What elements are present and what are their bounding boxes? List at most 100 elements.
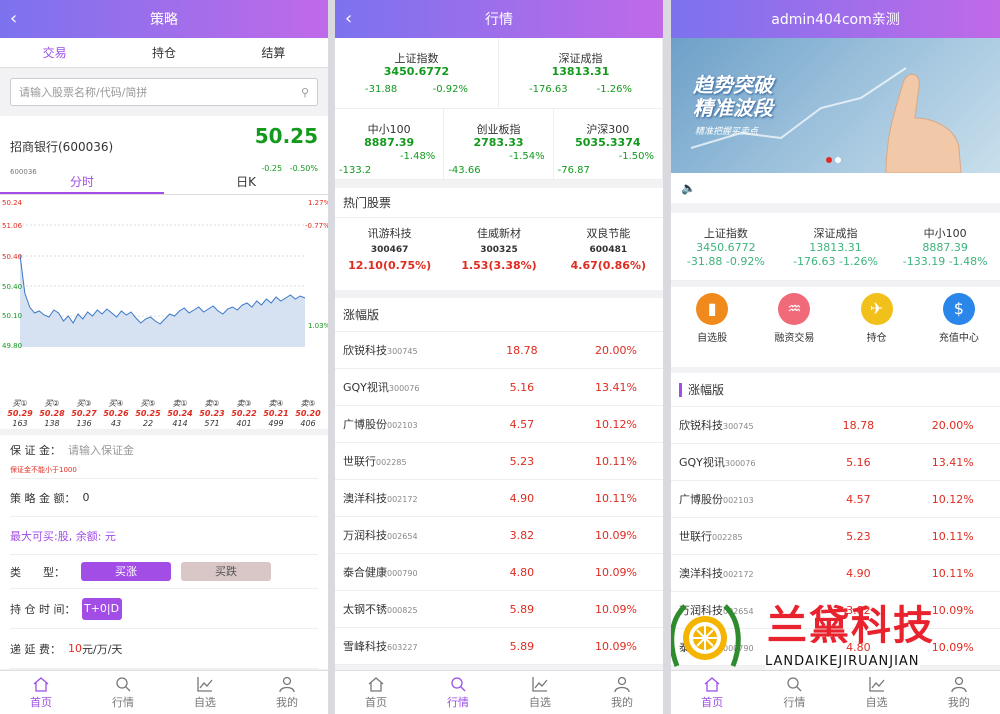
stock-rise-pct: 10.11% [931,566,974,580]
page-title: 策略 [150,12,178,28]
index-name: 中小100 [923,227,967,240]
index-card[interactable]: 中小100 8887.39 -133.19 -1.48% [890,227,1000,280]
margin-label: 保 证 金： [10,444,61,457]
index-value: 13813.31 [551,65,610,78]
stock-code: 002285 [376,458,407,467]
stock-price: 3.82 [846,603,871,617]
order-level: 卖③ [236,399,252,408]
list-item[interactable]: 广博股份002103 4.57 10.12% [335,406,663,443]
home-icon [704,677,720,692]
index-card[interactable]: 中小100 8887.39 -133.2 -1.48% [335,109,445,179]
axis-pct-3: 1.03% [308,322,328,330]
order-volume: 414 [172,419,188,428]
tab-mine[interactable]: 我的 [581,671,663,714]
order-book-item: 买③ 50.27 136 [68,399,100,429]
tab-mine[interactable]: 我的 [246,671,328,714]
tab-market[interactable]: 行情 [417,671,499,714]
bottom-tabbar: 首页 行情 自选 我的 [0,670,328,714]
list-item[interactable]: 世联行002285 5.23 10.11% [671,518,1000,555]
tab-watchlist[interactable]: 自选 [836,671,918,714]
order-volume: 22 [142,419,154,428]
tab-home[interactable]: 首页 [0,671,82,714]
list-item[interactable]: 雪峰科技603227 5.89 10.09% [335,628,663,665]
hold-time-button[interactable]: T+0|D [81,597,122,620]
list-item[interactable]: 泰合健康000790 4.80 10.09% [671,629,1000,666]
list-item[interactable]: GQY视讯300076 5.16 13.41% [671,444,1000,481]
list-item[interactable]: 世联行002285 5.23 10.11% [335,443,663,480]
tab-market[interactable]: 行情 [753,671,835,714]
quick-action[interactable]: $ 充值中心 [918,287,1000,367]
index-card[interactable]: 上证指数 3450.6772 -31.88 -0.92% [671,227,781,280]
stock-name-cell: 世联行002285 [679,528,811,544]
promo-banner[interactable]: 趋势突破 精准波段 精准把握买卖点 [671,38,1000,173]
tab-home[interactable]: 首页 [671,671,753,714]
order-level: 买② [44,399,60,408]
index-card[interactable]: 深证成指 13813.31 -176.63 -1.26% [781,227,891,280]
list-item[interactable]: 欣锐科技300745 18.78 20.00% [335,332,663,369]
buy-up-button[interactable]: 买涨 [81,562,171,581]
tab-mine[interactable]: 我的 [918,671,1000,714]
back-icon[interactable]: ‹ [10,8,17,29]
stock-price: 3.82 [509,528,535,542]
index-change-row: -133.19 -1.48% [890,255,1000,269]
tab-position[interactable]: 持仓 [109,44,218,61]
stock-name-cell: 广博股份002103 [343,416,475,432]
hot-stock[interactable]: 讯游科技 300467 12.10(0.75%) [335,218,444,290]
stock-code: 300745 [387,347,418,356]
speaker-icon[interactable]: 🔈 [671,173,1000,203]
order-book-item: 卖② 50.23 571 [196,399,228,429]
stock-rise-pct: 10.09% [594,602,637,616]
tab-timeshare[interactable]: 分时 [0,170,164,194]
search-icon [451,677,466,692]
tab-trade[interactable]: 交易 [0,44,109,61]
index-card[interactable]: 上证指数 3450.6772 -31.88 -0.92% [335,38,499,108]
tab-home[interactable]: 首页 [335,671,417,714]
list-item[interactable]: 欣锐科技300745 18.78 20.00% [671,407,1000,444]
order-book-item: 卖① 50.24 414 [164,399,196,429]
list-item[interactable]: 万润科技002654 3.82 10.09% [671,592,1000,629]
tab-settle[interactable]: 结算 [219,44,328,61]
index-card[interactable]: 创业板指 2783.33 -43.66 -1.54% [444,109,554,179]
search-input[interactable]: 请输入股票名称/代码/简拼 ⚲ [10,78,318,106]
index-row-1: 上证指数 3450.6772 -31.88 -0.92% 深证成指 13813.31 -17… [335,38,663,109]
index-card[interactable]: 沪深300 5035.3374 -76.87 -1.50% [554,109,663,179]
tab-daily-k[interactable]: 日K [164,170,328,194]
order-book: 买① 50.29 163 买② 50.28 138 买③ 50.27 136 买④ 50.26 43 买… [0,399,328,435]
back-icon[interactable]: ‹ [345,8,352,29]
stock-price: 4.90 [509,491,535,505]
index-pct: -1.26% [839,255,878,268]
buy-down-button[interactable]: 买跌 [181,562,271,581]
tab-watchlist[interactable]: 自选 [499,671,581,714]
stock-code: 000825 [387,606,418,615]
list-item[interactable]: 太钢不锈000825 5.89 10.09% [335,591,663,628]
order-price: 50.20 [295,409,321,418]
list-item[interactable]: GQY视讯300076 5.16 13.41% [335,369,663,406]
list-item[interactable]: 泰合健康000790 4.80 10.09% [335,554,663,591]
tab-market[interactable]: 行情 [82,671,164,714]
quick-action[interactable]: ♒ 融资交易 [753,287,835,367]
quick-action-icon: ♒ [778,293,811,325]
quick-action[interactable]: ▮ 自选股 [671,287,753,367]
order-volume: 401 [236,419,252,428]
stock-name: 万润科技 [343,529,387,542]
fee-value: 10 [68,642,82,655]
index-name: 中小100 [367,123,411,136]
margin-input[interactable]: 请输入保证金 [68,442,134,458]
hot-stock[interactable]: 双良节能 600481 4.67(0.86%) [554,218,663,290]
list-item[interactable]: 澳洋科技002172 4.90 10.11% [335,480,663,517]
header: ‹ 行情 [335,0,663,38]
list-item[interactable]: 广博股份002103 4.57 10.12% [671,481,1000,518]
tab-watchlist[interactable]: 自选 [164,671,246,714]
index-card[interactable]: 深证成指 13813.31 -176.63 -1.26% [499,38,663,108]
stock-name: 万润科技 [679,604,723,617]
order-level: 买④ [108,399,124,408]
user-icon [614,676,630,693]
quick-action-label: 持仓 [866,333,887,344]
user-icon [279,676,295,693]
hot-stock[interactable]: 佳威新材 300325 1.53(3.38%) [444,218,553,290]
quick-action[interactable]: ✈ 持仓 [836,287,918,367]
list-item[interactable]: 万润科技002654 3.82 10.09% [335,517,663,554]
stock-price: 5.23 [509,454,535,468]
axis-label-top: 50.24 [2,199,23,207]
list-item[interactable]: 澳洋科技002172 4.90 10.11% [671,555,1000,592]
